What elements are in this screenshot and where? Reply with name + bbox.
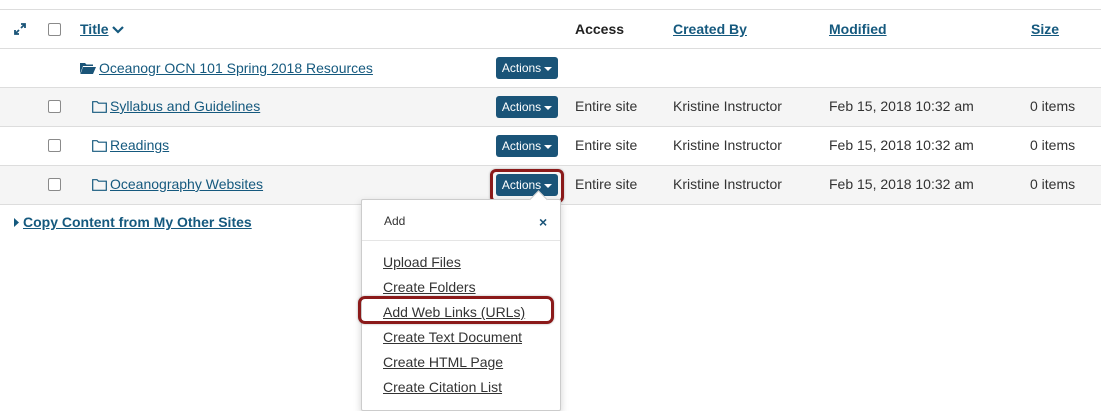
row-checkbox[interactable]	[48, 139, 61, 152]
access-cell: Entire site	[575, 137, 638, 153]
menu-divider	[362, 240, 560, 241]
row-checkbox[interactable]	[48, 100, 61, 113]
parent-folder-link[interactable]: Oceanogr OCN 101 Spring 2018 Resources	[80, 60, 373, 76]
actions-label: Actions	[501, 139, 542, 153]
caret-right-icon	[14, 218, 19, 227]
title-header-label: Title	[80, 21, 109, 37]
menu-item-create-folders[interactable]: Create Folders	[383, 279, 476, 295]
row-actions-button[interactable]: Actions	[496, 135, 558, 157]
table-header-row: Title Access Created By Modified Size	[0, 10, 1101, 49]
copy-content-label: Copy Content from My Other Sites	[23, 214, 252, 230]
folder-open-icon	[80, 63, 96, 74]
created-by-header[interactable]: Created By	[673, 21, 747, 37]
caret-down-icon	[544, 66, 553, 71]
folder-link[interactable]: Oceanography Websites	[92, 176, 263, 192]
menu-item-create-text-document[interactable]: Create Text Document	[383, 329, 522, 345]
title-sort-link[interactable]: Title	[80, 21, 125, 37]
created-by-cell: Kristine Instructor	[673, 98, 782, 114]
actions-label: Actions	[501, 100, 542, 114]
table-row: Syllabus and Guidelines Actions Entire s…	[0, 88, 1101, 127]
access-cell: Entire site	[575, 176, 638, 192]
created-by-cell: Kristine Instructor	[673, 176, 782, 192]
folder-icon	[92, 140, 107, 152]
size-cell: 0 items	[1030, 137, 1076, 153]
size-cell: 0 items	[1030, 176, 1076, 192]
expand-icon[interactable]	[13, 22, 27, 39]
modified-cell: Feb 15, 2018 10:32 am	[829, 176, 974, 192]
folder-icon	[92, 101, 107, 113]
select-all-checkbox[interactable]	[48, 23, 61, 36]
modified-cell: Feb 15, 2018 10:32 am	[829, 98, 974, 114]
access-header: Access	[575, 21, 625, 37]
parent-actions-button[interactable]: Actions	[496, 57, 558, 79]
access-cell: Entire site	[575, 98, 638, 114]
folder-link[interactable]: Readings	[92, 137, 169, 153]
size-header[interactable]: Size	[1031, 21, 1059, 37]
folder-icon	[92, 179, 107, 191]
actions-label: Actions	[501, 61, 542, 75]
row-actions-button[interactable]: Actions	[496, 96, 558, 118]
caret-down-icon	[544, 144, 553, 149]
folder-name: Syllabus and Guidelines	[110, 98, 261, 114]
folder-name: Oceanography Websites	[110, 176, 264, 192]
folder-name: Readings	[110, 137, 170, 153]
row-checkbox[interactable]	[48, 178, 61, 191]
sort-chevron-down-icon	[112, 26, 125, 34]
caret-down-icon	[544, 105, 553, 110]
size-cell: 0 items	[1030, 98, 1076, 114]
created-by-cell: Kristine Instructor	[673, 137, 782, 153]
menu-title: Add	[384, 214, 406, 228]
menu-item-create-citation-list[interactable]: Create Citation List	[383, 379, 502, 395]
menu-item-highlight	[358, 296, 554, 324]
table-row: Readings Actions Entire site Kristine In…	[0, 127, 1101, 166]
parent-folder-row: Oceanogr OCN 101 Spring 2018 Resources A…	[0, 49, 1101, 88]
folder-link[interactable]: Syllabus and Guidelines	[92, 98, 260, 114]
menu-item-create-html-page[interactable]: Create HTML Page	[383, 354, 503, 370]
modified-cell: Feb 15, 2018 10:32 am	[829, 137, 974, 153]
modified-header[interactable]: Modified	[829, 21, 887, 37]
close-icon[interactable]: ×	[539, 214, 547, 230]
actions-button-highlight	[490, 169, 564, 203]
parent-folder-name: Oceanogr OCN 101 Spring 2018 Resources	[99, 60, 373, 76]
copy-content-link[interactable]: Copy Content from My Other Sites	[14, 214, 252, 230]
menu-item-upload-files[interactable]: Upload Files	[383, 254, 461, 270]
